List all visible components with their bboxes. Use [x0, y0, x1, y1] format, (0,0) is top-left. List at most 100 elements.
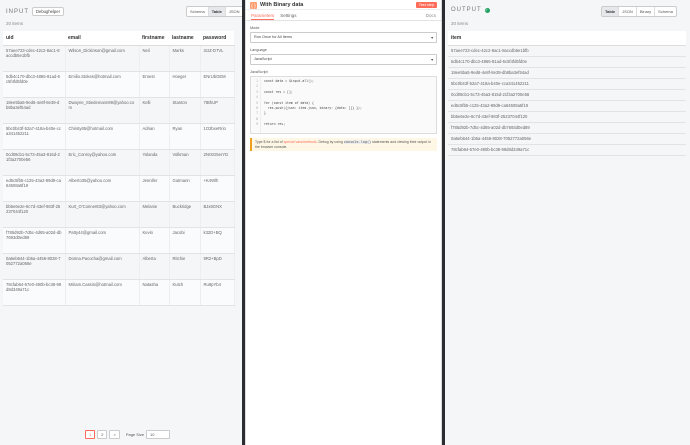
table-cell: Natasha	[139, 279, 170, 306]
table-cell: ENrUbGEM	[200, 71, 235, 98]
table-cell: Adrian	[139, 123, 170, 150]
table-cell: Jacobi	[169, 227, 201, 254]
test-step-button[interactable]: Test step	[415, 1, 437, 8]
output-tab-json[interactable]: JSON	[619, 7, 637, 16]
language-value: JavaScript	[254, 57, 272, 61]
table-cell: Ritchie	[169, 253, 201, 280]
node-panel: {} With Binary data Test step Parameters…	[245, 0, 442, 445]
language-select[interactable]: JavaScript ▾	[250, 54, 437, 65]
code-editor[interactable]: 123456789 const data = $input.all(); cons…	[250, 76, 437, 134]
language-label: Language	[250, 48, 267, 52]
table-row: 5bc0b43f-52a7-418a-b40e-cca341452211	[448, 78, 686, 90]
code-node-icon: {}	[250, 0, 257, 14]
table-cell: f785d92b-7d5c-4d65-a02d-db7693d0ed89	[448, 122, 686, 134]
table-cell: Stanton	[169, 97, 201, 124]
table-cell: Kurt_O'Conner83@yahoo.com	[65, 201, 140, 228]
table-cell: Wilson_Dickinson@gmail.com	[65, 45, 140, 72]
input-source-select[interactable]: Debughelper	[32, 7, 64, 16]
table-cell: Buckridge	[169, 201, 201, 228]
table-row: 78cfab64-67e0-490b-bc38-99d8d349a71c	[448, 144, 686, 156]
code-line: return res;	[264, 122, 286, 127]
next-page-button[interactable]: >	[109, 430, 120, 439]
mode-value: Run Once for All Items	[254, 35, 292, 39]
table-row: 5db4c170-dbc3-4865-81ad-6c5f4fd5fd0e	[448, 56, 686, 68]
output-title: OUTPUT	[451, 7, 482, 13]
svg-text:{}: {}	[251, 3, 257, 9]
success-check-icon: ✓	[484, 7, 490, 13]
table-cell: 7tBhUP	[200, 97, 235, 124]
table-row: 0cd08cb1-5c73-45a3-815d-21f3a2700e56	[448, 89, 686, 101]
output-item-count: 20 items	[451, 21, 469, 26]
table-cell: bb5e6e2e-8c7d-43ef-983f-25237044f120	[3, 201, 66, 228]
table-cell: Patty44@gmail.com	[65, 227, 140, 254]
table-cell: 5bc0b43f-52a7-418a-b40e-cca341452211	[448, 78, 686, 90]
table-cell: Yolanda	[139, 149, 170, 176]
chevron-down-icon: ▾	[431, 36, 433, 40]
table-row: 18ee5ba5-9ed6-4e8f-8e39-db8ba3ef54ad Dway…	[3, 97, 235, 124]
input-title: INPUT	[6, 8, 29, 15]
table-cell: Ryan	[169, 123, 201, 150]
output-tab-schema[interactable]: Schema	[655, 7, 676, 16]
table-row: bb5e6e2e-8c7d-43ef-983f-25237044f120 Kurt…	[3, 201, 235, 228]
tab-parameters[interactable]: Parameters	[251, 13, 275, 20]
output-column-header: item	[448, 31, 686, 46]
table-row: 0a6eb644-1b5a-4456-8028-7052772a056e Donn…	[3, 253, 235, 280]
chevron-down-icon: ▾	[431, 58, 433, 62]
input-item-count: 20 items	[6, 21, 24, 26]
table-row: bb5e6e2e-8c7d-43ef-983f-25237044f120	[448, 111, 686, 123]
table-row: 78cfab64-67e0-490b-bc38-99d8d349a71c Miri…	[3, 279, 235, 306]
table-cell: Alberto35@yahoo.com	[65, 175, 140, 202]
output-table: item 57aee723-cdec-42c2-8ac1-8accdb5e1bf…	[448, 31, 686, 156]
table-row: f785d92b-7d5c-4d65-a02d-db7693d0ed89 Patt…	[3, 227, 235, 254]
page-2-button[interactable]: 2	[97, 430, 108, 439]
tab-settings[interactable]: Settings	[280, 13, 296, 20]
docs-link[interactable]: Docs	[426, 13, 436, 20]
input-column-header: uid	[3, 31, 65, 46]
code-lines[interactable]: const data = $input.all(); const res = []…	[261, 77, 365, 133]
notice-text: . Debug by using	[316, 140, 343, 144]
input-panel: INPUT Debughelper Schema Table JSON 20 i…	[0, 0, 242, 445]
page-size-label: Page Size	[125, 432, 145, 437]
input-tab-json[interactable]: JSON	[226, 7, 242, 16]
table-cell: BJx6GNX	[200, 201, 235, 228]
input-tab-table[interactable]: Table	[208, 7, 226, 16]
special-vars-link[interactable]: special vars/methods	[284, 140, 317, 144]
input-display-tabs: Schema Table JSON	[186, 6, 242, 17]
table-cell: Melanie	[139, 201, 170, 228]
input-column-header: email	[65, 31, 139, 46]
page-1-button[interactable]: 1	[85, 430, 96, 439]
table-row: 18ee5ba5-9ed6-4e8f-8e39-db8ba3ef54ad	[448, 67, 686, 79]
table-cell: 78cfab64-67e0-490b-bc38-99d8d349a71c	[448, 144, 686, 156]
table-cell: Kutch	[169, 279, 201, 306]
table-cell: 2NrSG5erYD	[200, 149, 235, 176]
table-row: 5bc0b43f-52a7-418a-b40e-cca341452211 Chri…	[3, 123, 235, 150]
table-row: f785d92b-7d5c-4d65-a02d-db7693d0ed89	[448, 122, 686, 134]
line-number: 9	[256, 122, 258, 127]
table-cell: Eric_Conroy@yahoo.com	[65, 149, 140, 176]
table-cell: Neil	[139, 45, 170, 72]
table-cell: 5db4c170-dbc3-4865-81ad-6c5f4fd5fd0e	[3, 71, 66, 98]
output-panel-header: OUTPUT ✓	[451, 7, 490, 13]
mode-select[interactable]: Run Once for All Items ▾	[250, 32, 437, 43]
table-cell: Dwayne_Stiedemann99@yahoo.com	[65, 97, 140, 124]
table-cell: Gutmann	[169, 175, 201, 202]
table-row: 57aee723-cdec-42c2-8ac1-8accdb5e1bfb Wils…	[3, 45, 235, 72]
output-tab-binary[interactable]: Binary	[637, 7, 656, 16]
table-cell: 5bc0b43f-52a7-418a-b40e-cca341452211	[3, 123, 66, 150]
node-title[interactable]: With Binary data	[260, 2, 413, 8]
output-display-tabs: Table JSON Binary Schema	[601, 6, 677, 17]
table-cell: ed6c5fb5-c125-43a2-89d9-ca64508a5f19	[3, 175, 66, 202]
input-tab-schema[interactable]: Schema	[187, 7, 209, 16]
page-size-select[interactable]: 10	[146, 430, 171, 439]
output-panel: OUTPUT ✓ Table JSON Binary Schema 20 ite…	[445, 0, 690, 445]
table-row: 57aee723-cdec-42c2-8ac1-8accdb5e1bfb	[448, 45, 686, 57]
output-tab-table[interactable]: Table	[602, 7, 620, 16]
table-cell: 0cd08cb1-5c73-45a3-815d-21f3a2700e56	[3, 149, 66, 176]
table-cell: Alberta	[139, 253, 170, 280]
input-table: uid email firstname lastname password 57aee7…	[3, 31, 235, 306]
mode-label: Mode	[250, 26, 260, 30]
input-pagination: 1 2 > Page Size 10	[85, 430, 171, 439]
table-row: ed6c5fb5-c125-43a2-89d9-ca64508a5f19	[448, 100, 686, 112]
table-cell: f785d92b-7d5c-4d65-a02d-db7693d0ed89	[3, 227, 66, 254]
table-cell: Hoeger	[169, 71, 201, 98]
